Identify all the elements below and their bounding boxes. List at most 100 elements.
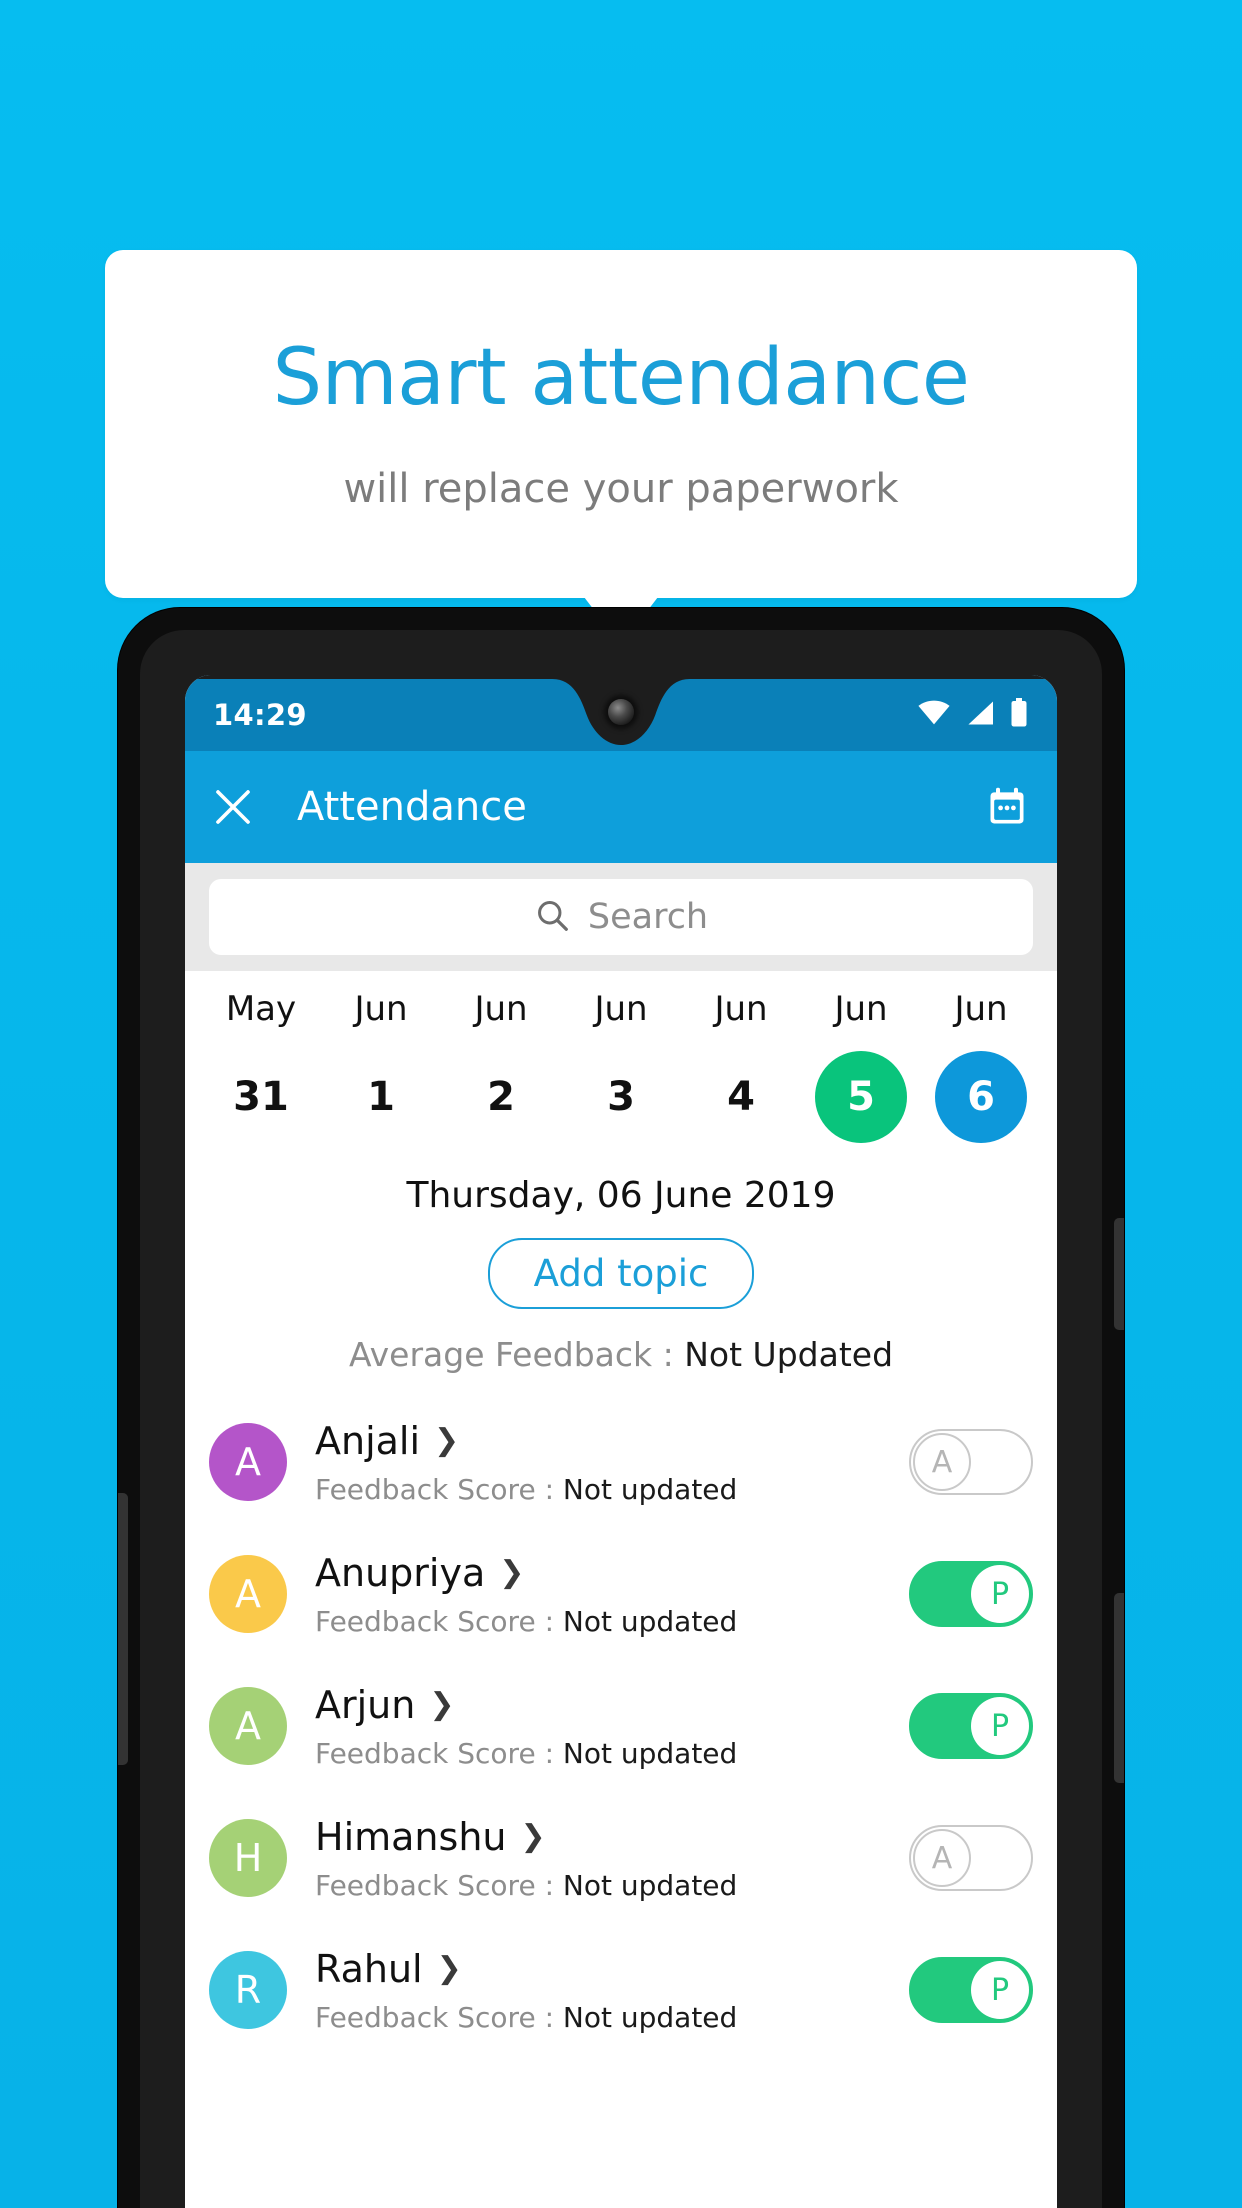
feedback-score-label: Feedback Score : xyxy=(315,1736,554,1770)
phone-mockup: 14:29 Attendance Search May 31 Jun 1 Jun… xyxy=(118,608,1124,2208)
date-day: 2 xyxy=(487,1074,515,1120)
front-camera-icon xyxy=(608,699,634,725)
app-title: Attendance xyxy=(297,784,527,830)
add-topic-button[interactable]: Add topic xyxy=(487,1238,755,1309)
student-row[interactable]: A Anjali ❯ Feedback Score : Not updated … xyxy=(185,1396,1057,1528)
avatar: A xyxy=(209,1555,287,1633)
average-feedback-label: Average Feedback : xyxy=(348,1335,674,1374)
date-day: 1 xyxy=(367,1074,395,1120)
attendance-toggle-knob: P xyxy=(971,1961,1029,2019)
student-row[interactable]: A Anupriya ❯ Feedback Score : Not update… xyxy=(185,1528,1057,1660)
student-info: Anjali ❯ Feedback Score : Not updated xyxy=(315,1419,909,1506)
date-day: 3 xyxy=(607,1074,635,1120)
date-month: Jun xyxy=(714,989,768,1029)
app-bar: Attendance xyxy=(185,751,1057,863)
avatar: H xyxy=(209,1819,287,1897)
student-name-line[interactable]: Rahul ❯ xyxy=(315,1947,909,1991)
feedback-score-line: Feedback Score : Not updated xyxy=(315,1737,909,1770)
student-info: Anupriya ❯ Feedback Score : Not updated xyxy=(315,1551,909,1638)
date-month: Jun xyxy=(594,989,648,1029)
wifi-icon xyxy=(917,700,951,730)
calendar-icon[interactable] xyxy=(985,785,1029,829)
feedback-score-value: Not updated xyxy=(562,2000,738,2034)
date-month: Jun xyxy=(354,989,408,1029)
date-cell[interactable]: Jun 2 xyxy=(441,989,561,1143)
attendance-toggle[interactable]: P xyxy=(909,1561,1033,1627)
attendance-toggle-knob: A xyxy=(913,1433,971,1491)
student-name: Anjali xyxy=(315,1418,421,1463)
student-info: Himanshu ❯ Feedback Score : Not updated xyxy=(315,1815,909,1902)
average-feedback: Average Feedback : Not Updated xyxy=(185,1335,1057,1374)
attendance-toggle[interactable]: A xyxy=(909,1429,1033,1495)
attendance-toggle-knob: P xyxy=(971,1697,1029,1755)
date-cell[interactable]: Jun 1 xyxy=(321,989,441,1143)
student-list: A Anjali ❯ Feedback Score : Not updated … xyxy=(185,1396,1057,2056)
search-input[interactable]: Search xyxy=(209,879,1033,955)
student-info: Rahul ❯ Feedback Score : Not updated xyxy=(315,1947,909,2034)
chevron-right-icon: ❯ xyxy=(434,1422,460,1458)
date-strip: May 31 Jun 1 Jun 2 Jun 3 Jun 4 Jun 5 Jun… xyxy=(185,971,1057,1149)
feedback-score-value: Not updated xyxy=(562,1472,738,1506)
date-day: 4 xyxy=(727,1074,755,1120)
chevron-right-icon: ❯ xyxy=(499,1554,525,1590)
student-row[interactable]: A Arjun ❯ Feedback Score : Not updated P xyxy=(185,1660,1057,1792)
avatar: R xyxy=(209,1951,287,2029)
student-name-line[interactable]: Anupriya ❯ xyxy=(315,1551,909,1595)
avatar: A xyxy=(209,1687,287,1765)
attendance-toggle[interactable]: A xyxy=(909,1825,1033,1891)
student-info: Arjun ❯ Feedback Score : Not updated xyxy=(315,1683,909,1770)
date-day: 6 xyxy=(935,1051,1027,1143)
feedback-score-line: Feedback Score : Not updated xyxy=(315,1869,909,1902)
date-day: 5 xyxy=(815,1051,907,1143)
battery-icon xyxy=(1009,698,1029,732)
promo-subtitle: will replace your paperwork xyxy=(343,466,899,512)
student-name-line[interactable]: Anjali ❯ xyxy=(315,1419,909,1463)
student-name: Rahul xyxy=(315,1946,423,1991)
search-strip: Search xyxy=(185,863,1057,971)
feedback-score-value: Not updated xyxy=(562,1736,738,1770)
search-placeholder: Search xyxy=(587,897,709,937)
feedback-score-label: Feedback Score : xyxy=(315,1472,554,1506)
attendance-toggle[interactable]: P xyxy=(909,1957,1033,2023)
feedback-score-line: Feedback Score : Not updated xyxy=(315,1473,909,1506)
date-month: May xyxy=(225,989,297,1029)
phone-screen: 14:29 Attendance Search May 31 Jun 1 Jun… xyxy=(185,675,1057,2208)
volume-button-right[interactable] xyxy=(1114,1593,1124,1783)
student-row[interactable]: R Rahul ❯ Feedback Score : Not updated P xyxy=(185,1924,1057,2056)
student-row[interactable]: H Himanshu ❯ Feedback Score : Not update… xyxy=(185,1792,1057,1924)
student-name: Anupriya xyxy=(315,1550,486,1595)
status-icons xyxy=(917,698,1029,732)
attendance-toggle-knob: P xyxy=(971,1565,1029,1623)
feedback-score-value: Not updated xyxy=(562,1868,738,1902)
feedback-score-label: Feedback Score : xyxy=(315,1604,554,1638)
add-topic-row: Add topic xyxy=(185,1238,1057,1309)
phone-bezel: 14:29 Attendance Search May 31 Jun 1 Jun… xyxy=(140,630,1102,2208)
chevron-right-icon: ❯ xyxy=(520,1818,546,1854)
date-month: Jun xyxy=(954,989,1008,1029)
date-day: 31 xyxy=(233,1074,289,1120)
date-cell[interactable]: Jun 3 xyxy=(561,989,681,1143)
feedback-score-label: Feedback Score : xyxy=(315,1868,554,1902)
selected-date-label: Thursday, 06 June 2019 xyxy=(406,1175,836,1216)
date-cell[interactable]: Jun 4 xyxy=(681,989,801,1143)
date-cell-selected[interactable]: Jun 6 xyxy=(921,989,1041,1143)
promo-card: Smart attendance will replace your paper… xyxy=(105,250,1137,598)
student-name: Arjun xyxy=(315,1682,416,1727)
chevron-right-icon: ❯ xyxy=(429,1686,455,1722)
feedback-score-line: Feedback Score : Not updated xyxy=(315,1605,909,1638)
student-name-line[interactable]: Himanshu ❯ xyxy=(315,1815,909,1859)
date-month: Jun xyxy=(834,989,888,1029)
volume-button-left[interactable] xyxy=(118,1493,128,1765)
average-feedback-value: Not Updated xyxy=(684,1335,894,1374)
date-month: Jun xyxy=(474,989,528,1029)
student-name-line[interactable]: Arjun ❯ xyxy=(315,1683,909,1727)
attendance-toggle[interactable]: P xyxy=(909,1693,1033,1759)
promo-title: Smart attendance xyxy=(272,333,970,423)
power-button[interactable] xyxy=(1114,1218,1124,1330)
date-cell-today[interactable]: Jun 5 xyxy=(801,989,921,1143)
close-icon[interactable] xyxy=(213,787,253,827)
feedback-score-value: Not updated xyxy=(562,1604,738,1638)
chevron-right-icon: ❯ xyxy=(436,1950,462,1986)
date-cell[interactable]: May 31 xyxy=(201,989,321,1143)
search-icon xyxy=(534,897,570,937)
